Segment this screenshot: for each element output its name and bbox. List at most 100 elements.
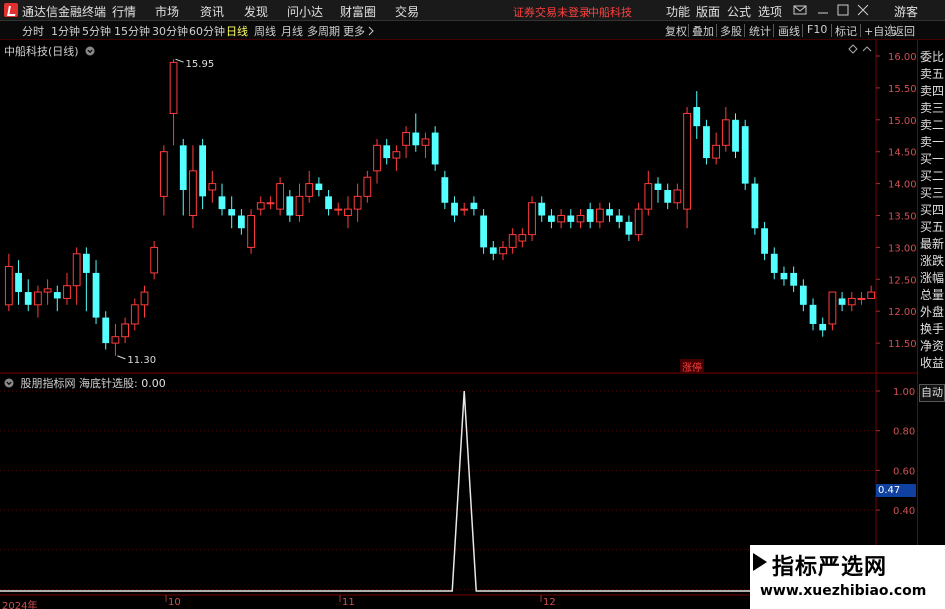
- candle: [402, 126, 410, 159]
- period-monthly[interactable]: 月线: [281, 23, 303, 39]
- kline-chart[interactable]: 16.00 15.50 15.00 14.50 14.00 13.50 13.00 12.50…: [0, 40, 917, 609]
- btn-multi-stock[interactable]: 多股: [720, 23, 742, 39]
- side-item[interactable]: 卖三: [920, 99, 945, 116]
- candle: [703, 119, 710, 165]
- toolbar-divider: [688, 24, 689, 37]
- menu-wealth-circle[interactable]: 财富圈: [340, 3, 376, 20]
- candle: [751, 177, 759, 235]
- maximize-icon[interactable]: [836, 3, 850, 17]
- y-tick-label: 12.50: [888, 275, 917, 286]
- menu-formula[interactable]: 公式: [727, 3, 751, 20]
- period-multi[interactable]: 多周期: [307, 23, 340, 39]
- candle: [179, 138, 187, 216]
- y-tick-label: 12.00: [888, 307, 917, 318]
- chevron-right-icon[interactable]: [367, 26, 375, 36]
- user-guest-label[interactable]: 游客: [894, 3, 918, 20]
- side-item[interactable]: 换手: [920, 320, 945, 337]
- period-15min[interactable]: 15分钟: [114, 23, 150, 39]
- current-indicator-value: 0.47: [876, 484, 916, 497]
- period-5min[interactable]: 5分钟: [82, 23, 111, 39]
- candle: [431, 126, 439, 171]
- candle: [683, 107, 691, 229]
- menu-discover[interactable]: 发现: [244, 3, 268, 20]
- candle: [315, 177, 323, 197]
- side-item[interactable]: 涨跌: [920, 252, 945, 269]
- toolbar-divider: [890, 24, 891, 37]
- side-item[interactable]: 买四: [920, 201, 945, 218]
- candle: [557, 209, 566, 229]
- side-item[interactable]: 净资: [920, 337, 945, 354]
- btn-back[interactable]: 返回: [893, 23, 915, 39]
- up-arrow-icon[interactable]: [862, 44, 872, 54]
- candle: [732, 113, 739, 159]
- period-1min[interactable]: 1分钟: [51, 23, 80, 39]
- candle: [634, 202, 643, 242]
- period-30min[interactable]: 30分钟: [152, 23, 188, 39]
- btn-mark[interactable]: 标记: [835, 23, 857, 39]
- period-daily[interactable]: 日线: [226, 23, 248, 39]
- menu-options[interactable]: 选项: [758, 3, 782, 20]
- candle: [363, 170, 372, 203]
- indicator-title: 股朋指标网 海底针选股: 0.00: [4, 375, 166, 391]
- menu-functions[interactable]: 功能: [666, 3, 690, 20]
- watermark-url: www.xuezhibiao.com: [760, 583, 927, 599]
- period-intraday[interactable]: 分时: [22, 23, 44, 39]
- side-item[interactable]: 委比: [920, 48, 945, 65]
- side-item[interactable]: 最新: [920, 235, 945, 252]
- candle: [586, 202, 594, 229]
- side-item[interactable]: 涨幅: [920, 269, 945, 286]
- candle: [538, 196, 546, 222]
- side-item[interactable]: 收益: [920, 354, 945, 371]
- btn-adjust[interactable]: 复权: [665, 23, 687, 39]
- side-item[interactable]: 卖一: [920, 133, 945, 150]
- menu-news[interactable]: 资讯: [200, 3, 224, 20]
- candle: [421, 132, 430, 159]
- btn-statistics[interactable]: 统计: [749, 23, 771, 39]
- candle: [72, 247, 81, 305]
- menu-market[interactable]: 市场: [155, 3, 179, 20]
- side-item[interactable]: 买二: [920, 167, 945, 184]
- candle: [741, 119, 749, 190]
- btn-f10[interactable]: F10: [807, 23, 827, 36]
- side-item[interactable]: 卖二: [920, 116, 945, 133]
- period-weekly[interactable]: 周线: [254, 23, 276, 39]
- current-stock-name: 中船科技: [588, 6, 632, 19]
- dropdown-circle-icon[interactable]: [4, 378, 14, 388]
- dropdown-circle-icon[interactable]: [85, 46, 95, 56]
- period-more[interactable]: 更多: [343, 23, 365, 39]
- close-icon[interactable]: [856, 3, 870, 17]
- candle: [266, 196, 275, 210]
- toolbar-divider: [716, 24, 717, 37]
- side-item[interactable]: 买一: [920, 150, 945, 167]
- menu-layout[interactable]: 版面: [696, 3, 720, 20]
- side-item[interactable]: 买五: [920, 218, 945, 235]
- watermark-title: 指标严选网: [772, 555, 888, 580]
- indicator-tick-label: 1.00: [893, 387, 915, 398]
- candle: [451, 196, 458, 222]
- message-icon[interactable]: [793, 3, 807, 17]
- candle: [325, 189, 332, 216]
- btn-overlay[interactable]: 叠加: [692, 23, 714, 39]
- menu-quotes[interactable]: 行情: [112, 3, 136, 20]
- side-item[interactable]: 外盘: [920, 303, 945, 320]
- side-item[interactable]: 总量: [920, 286, 945, 303]
- login-status[interactable]: 证券交易未登录: [513, 4, 590, 20]
- candle: [305, 170, 314, 203]
- minimize-icon[interactable]: [816, 3, 830, 17]
- indicator-name: 股朋指标网 海底针选股:: [20, 377, 138, 390]
- auto-button[interactable]: 自动: [919, 384, 945, 402]
- candle: [693, 91, 701, 139]
- candle: [412, 113, 420, 152]
- app-logo-icon: [4, 3, 18, 17]
- side-item[interactable]: 卖五: [920, 65, 945, 82]
- candle: [606, 202, 613, 222]
- period-60min[interactable]: 60分钟: [189, 23, 225, 39]
- indicator-tick-label: 0.60: [893, 466, 915, 477]
- menu-ask-xiaoda[interactable]: 问小达: [287, 3, 323, 20]
- diamond-icon[interactable]: [848, 44, 858, 54]
- side-item[interactable]: 买三: [920, 184, 945, 201]
- side-item[interactable]: 卖四: [920, 82, 945, 99]
- btn-draw-line[interactable]: 画线: [778, 23, 800, 39]
- x-axis-label: 10: [168, 597, 181, 608]
- menu-trade[interactable]: 交易: [395, 3, 419, 20]
